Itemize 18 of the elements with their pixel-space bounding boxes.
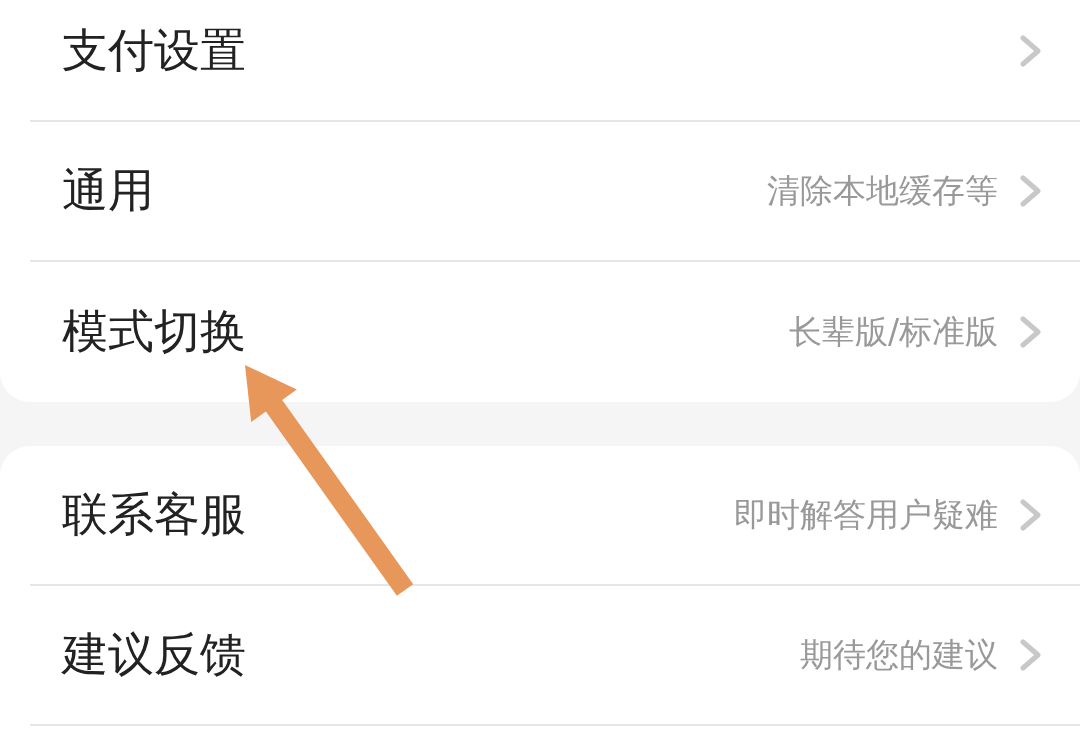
item-hint: 清除本地缓存等 (767, 169, 998, 212)
settings-item[interactable]: 模式切换 长辈版/标准版 (30, 262, 1080, 402)
settings-item[interactable]: 通用 清除本地缓存等 (30, 122, 1080, 262)
item-hint: 期待您的建议 (800, 633, 998, 676)
chevron-icon (1020, 499, 1042, 531)
item-hint: 即时解答用户疑难 (734, 493, 998, 536)
item-label: 支付设置 (62, 22, 246, 79)
chevron-icon (1020, 639, 1042, 671)
settings-item[interactable]: 建议反馈 期待您的建议 (30, 586, 1080, 726)
item-label: 联系客服 (62, 486, 246, 543)
chevron-icon (1020, 35, 1042, 67)
settings-item[interactable]: 支付设置 (30, 0, 1080, 122)
chevron-icon (1020, 175, 1042, 207)
item-hint: 长辈版/标准版 (788, 310, 998, 353)
item-label: 通用 (62, 162, 154, 219)
item-label: 模式切换 (62, 303, 246, 360)
item-label: 建议反馈 (62, 626, 246, 683)
chevron-icon (1020, 316, 1042, 348)
